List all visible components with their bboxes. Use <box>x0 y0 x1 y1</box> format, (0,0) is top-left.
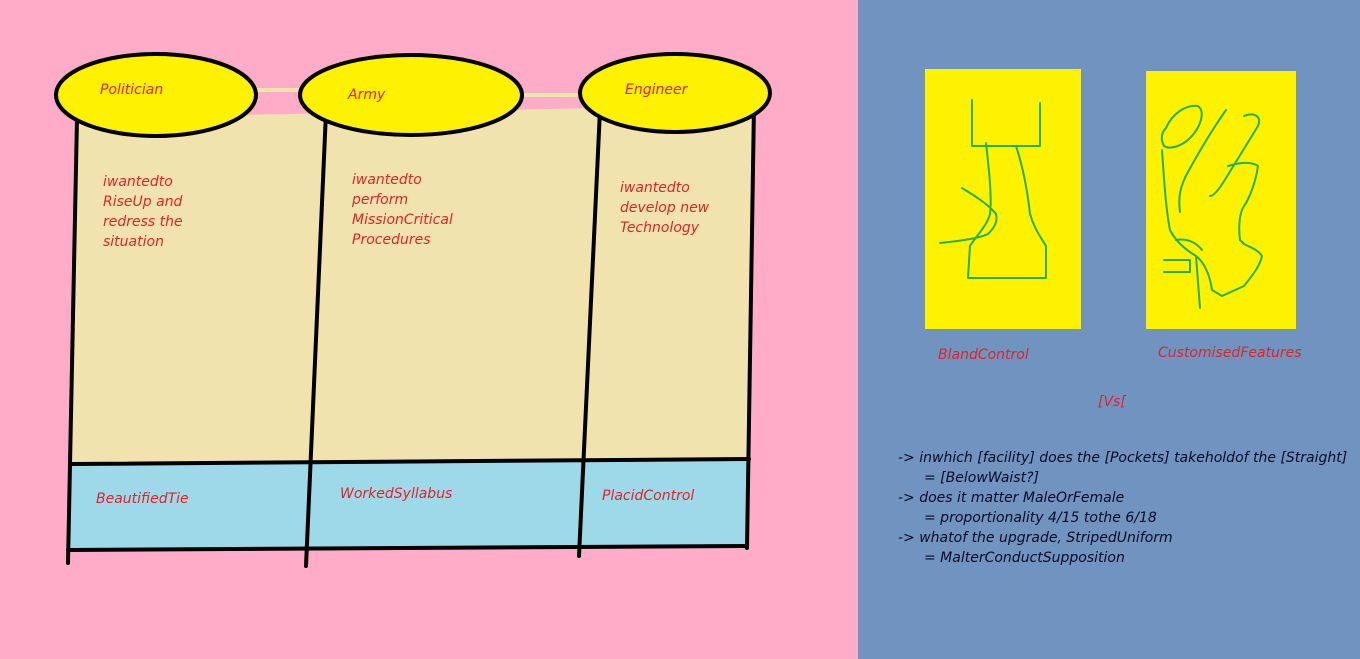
column-footer-army: WorkedSyllabus <box>340 486 453 502</box>
customised-features-label: CustomisedFeatures <box>1158 345 1302 361</box>
columns-body <box>70 105 754 465</box>
column-description-politician: iwantedto RiseUp and redress the situati… <box>103 174 183 250</box>
column-title-engineer: Engineer <box>625 82 688 98</box>
note-answer: = proportionality 4/15 tothe 6/18 <box>924 510 1157 526</box>
column-description-army: iwantedto perform MissionCritical Proced… <box>352 172 453 248</box>
note-question: -> inwhich [facility] does the [Pockets]… <box>898 450 1348 466</box>
column-description-engineer: iwantedto develop new Technology <box>620 180 710 236</box>
bland-control-panel <box>925 69 1081 329</box>
note-question: -> whatof the upgrade, StripedUniform <box>898 530 1173 546</box>
note-answer: = MalterConductSupposition <box>924 550 1125 566</box>
notes-list: -> inwhich [facility] does the [Pockets]… <box>898 448 1347 568</box>
note-question: -> does it matter MaleOrFemale <box>898 490 1125 506</box>
column-footer-politician: BeautifiedTie <box>96 491 189 507</box>
column-title-politician: Politician <box>100 82 164 98</box>
column-title-army: Army <box>348 87 386 103</box>
customised-features-panel <box>1146 71 1296 329</box>
column-footer-engineer: PlacidControl <box>602 488 695 504</box>
versus-label: [Vs[ <box>1098 394 1126 410</box>
note-answer: = [BelowWaist?] <box>924 470 1039 486</box>
ellipse-army <box>298 53 524 137</box>
bland-control-label: BlandControl <box>938 347 1029 363</box>
